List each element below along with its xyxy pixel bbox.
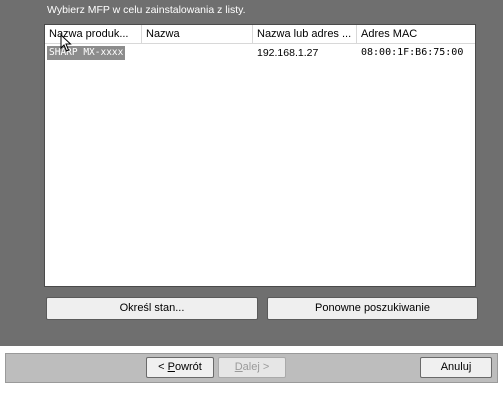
check-status-button[interactable]: Określ stan...	[46, 297, 258, 320]
cancel-button[interactable]: Anuluj	[420, 357, 492, 378]
search-again-button[interactable]: Ponowne poszukiwanie	[267, 297, 478, 320]
column-header-address[interactable]: Nazwa lub adres ...	[253, 25, 357, 44]
product-cell: SHARP MX-xxxx	[47, 46, 126, 60]
list-header: Nazwa produk... Nazwa Nazwa lub adres ..…	[45, 25, 475, 45]
mouse-pointer-icon	[60, 34, 72, 52]
instruction-text: Wybierz MFP w celu zainstalowania z list…	[47, 4, 246, 16]
address-cell: 192.168.1.27	[257, 47, 319, 59]
back-prefix: <	[158, 361, 168, 373]
back-button[interactable]: < Powrót	[146, 357, 214, 378]
mfp-list-view[interactable]: Nazwa produk... Nazwa Nazwa lub adres ..…	[44, 24, 476, 287]
column-header-mac[interactable]: Adres MAC	[357, 25, 475, 44]
list-item[interactable]: SHARP MX-xxxx 192.168.1.27 08:00:1F:B6:7…	[45, 46, 475, 60]
next-label: alej >	[242, 361, 270, 373]
wizard-button-bar: < Powrót Dalej > Anuluj	[5, 353, 498, 383]
next-hotkey: D	[234, 361, 243, 373]
wizard-footer: < Powrót Dalej > Anuluj	[0, 346, 503, 394]
column-header-name[interactable]: Nazwa	[142, 25, 253, 44]
back-hotkey: P	[167, 361, 175, 373]
mac-cell: 08:00:1F:B6:75:00	[361, 47, 464, 58]
back-label: owrót	[174, 361, 202, 373]
next-button[interactable]: Dalej >	[218, 357, 286, 378]
